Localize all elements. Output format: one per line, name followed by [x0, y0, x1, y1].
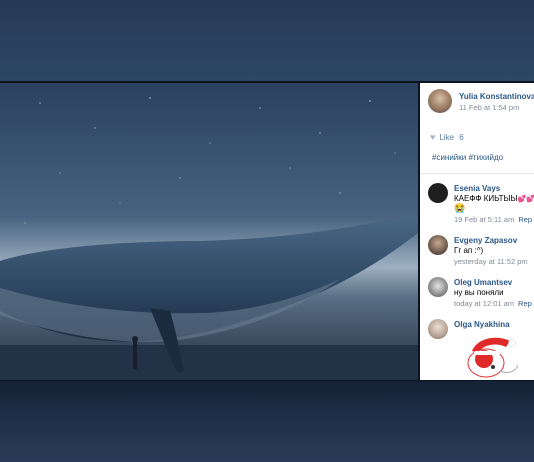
comments-panel: Yulia Konstantinova 11 Feb at 1:54 pm ♥ L… [420, 83, 534, 380]
post-photo[interactable] [0, 83, 418, 380]
comment-avatar[interactable] [428, 319, 448, 339]
comment-text: Гг ап :^) [454, 246, 484, 255]
comment-author[interactable]: Olga Nyakhina [454, 320, 510, 329]
comment-author[interactable]: Esenia Vays [454, 184, 500, 193]
whale-image [0, 83, 418, 380]
hearts-emoji: 💕💕 [517, 196, 534, 203]
like-button[interactable]: ♥ Like 6 [430, 132, 464, 142]
reply-link[interactable]: Rep [518, 299, 532, 308]
comment-avatar[interactable] [428, 183, 448, 203]
comment-author[interactable]: Evgeny Zapasov [454, 236, 517, 245]
comment-timestamp: 19 Feb at 5:11 am Rep [454, 215, 533, 224]
crying-emoji: 😭 [454, 203, 466, 213]
post-author-name[interactable]: Yulia Konstantinova [459, 92, 534, 101]
post-timestamp[interactable]: 11 Feb at 1:54 pm [459, 103, 519, 112]
reply-link[interactable]: Rep [518, 215, 532, 224]
comment-timestamp: today at 12:01 am Rep [454, 299, 532, 308]
comment-avatar[interactable] [428, 277, 448, 297]
santa-sticker [467, 337, 519, 378]
like-count: 6 [459, 133, 464, 142]
background-bottom [0, 380, 534, 462]
author-avatar[interactable] [428, 89, 452, 113]
heart-icon: ♥ [430, 132, 436, 142]
divider [420, 173, 534, 174]
comment-text: ну вы поняли [454, 288, 504, 297]
like-label: Like [439, 133, 455, 142]
comment-text: КАЕФФ КИЬТЫЫ💕💕 [454, 194, 534, 203]
comment-author[interactable]: Oleg Umantsev [454, 278, 512, 287]
comment-avatar[interactable] [428, 235, 448, 255]
post-hashtags[interactable]: #синийки #тихийдо [432, 153, 503, 162]
comment-timestamp: yesterday at 11:52 pm [454, 257, 528, 266]
